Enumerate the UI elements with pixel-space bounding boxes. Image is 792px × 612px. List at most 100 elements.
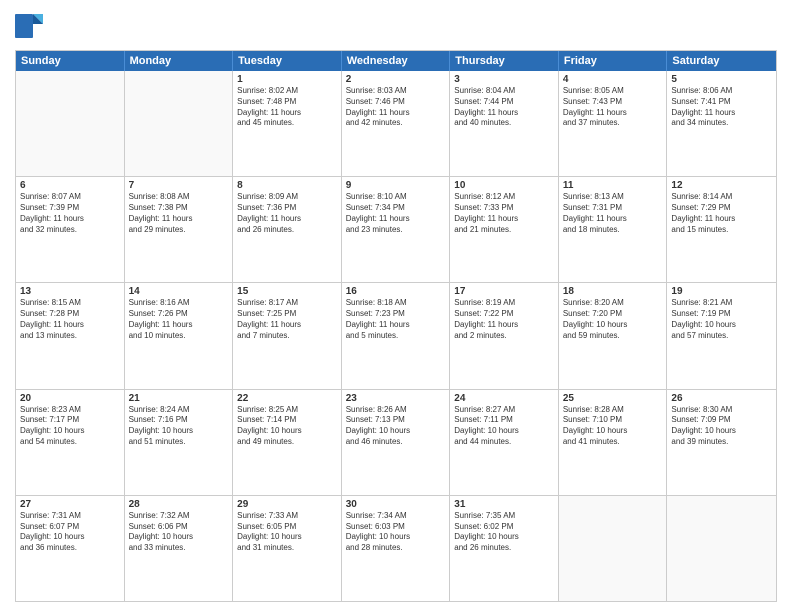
cell-details: Sunrise: 8:26 AM Sunset: 7:13 PM Dayligh… xyxy=(346,405,446,448)
day-number: 27 xyxy=(20,499,120,510)
day-number: 30 xyxy=(346,499,446,510)
cell-details: Sunrise: 8:25 AM Sunset: 7:14 PM Dayligh… xyxy=(237,405,337,448)
cell-details: Sunrise: 8:06 AM Sunset: 7:41 PM Dayligh… xyxy=(671,86,772,129)
calendar-row: 13Sunrise: 8:15 AM Sunset: 7:28 PM Dayli… xyxy=(16,282,776,388)
day-number: 15 xyxy=(237,286,337,297)
cell-details: Sunrise: 7:32 AM Sunset: 6:06 PM Dayligh… xyxy=(129,511,229,554)
cell-details: Sunrise: 8:30 AM Sunset: 7:09 PM Dayligh… xyxy=(671,405,772,448)
calendar-cell: 29Sunrise: 7:33 AM Sunset: 6:05 PM Dayli… xyxy=(233,496,342,601)
calendar-row: 20Sunrise: 8:23 AM Sunset: 7:17 PM Dayli… xyxy=(16,389,776,495)
calendar-cell: 7Sunrise: 8:08 AM Sunset: 7:38 PM Daylig… xyxy=(125,177,234,282)
calendar-header-cell: Thursday xyxy=(450,51,559,71)
calendar-cell: 16Sunrise: 8:18 AM Sunset: 7:23 PM Dayli… xyxy=(342,283,451,388)
calendar-row: 1Sunrise: 8:02 AM Sunset: 7:48 PM Daylig… xyxy=(16,71,776,176)
calendar-cell: 25Sunrise: 8:28 AM Sunset: 7:10 PM Dayli… xyxy=(559,390,668,495)
calendar-cell xyxy=(125,71,234,176)
calendar-header-cell: Friday xyxy=(559,51,668,71)
calendar-page: SundayMondayTuesdayWednesdayThursdayFrid… xyxy=(0,0,792,612)
day-number: 7 xyxy=(129,180,229,191)
calendar-row: 27Sunrise: 7:31 AM Sunset: 6:07 PM Dayli… xyxy=(16,495,776,601)
cell-details: Sunrise: 8:14 AM Sunset: 7:29 PM Dayligh… xyxy=(671,192,772,235)
calendar-cell: 20Sunrise: 8:23 AM Sunset: 7:17 PM Dayli… xyxy=(16,390,125,495)
calendar-cell: 15Sunrise: 8:17 AM Sunset: 7:25 PM Dayli… xyxy=(233,283,342,388)
calendar-cell: 14Sunrise: 8:16 AM Sunset: 7:26 PM Dayli… xyxy=(125,283,234,388)
cell-details: Sunrise: 8:21 AM Sunset: 7:19 PM Dayligh… xyxy=(671,298,772,341)
calendar-cell: 12Sunrise: 8:14 AM Sunset: 7:29 PM Dayli… xyxy=(667,177,776,282)
cell-details: Sunrise: 7:31 AM Sunset: 6:07 PM Dayligh… xyxy=(20,511,120,554)
calendar: SundayMondayTuesdayWednesdayThursdayFrid… xyxy=(15,50,777,602)
day-number: 25 xyxy=(563,393,663,404)
cell-details: Sunrise: 8:19 AM Sunset: 7:22 PM Dayligh… xyxy=(454,298,554,341)
calendar-cell: 4Sunrise: 8:05 AM Sunset: 7:43 PM Daylig… xyxy=(559,71,668,176)
calendar-cell: 6Sunrise: 8:07 AM Sunset: 7:39 PM Daylig… xyxy=(16,177,125,282)
cell-details: Sunrise: 8:12 AM Sunset: 7:33 PM Dayligh… xyxy=(454,192,554,235)
cell-details: Sunrise: 8:18 AM Sunset: 7:23 PM Dayligh… xyxy=(346,298,446,341)
calendar-header-cell: Saturday xyxy=(667,51,776,71)
calendar-cell: 21Sunrise: 8:24 AM Sunset: 7:16 PM Dayli… xyxy=(125,390,234,495)
day-number: 17 xyxy=(454,286,554,297)
cell-details: Sunrise: 8:15 AM Sunset: 7:28 PM Dayligh… xyxy=(20,298,120,341)
calendar-cell: 23Sunrise: 8:26 AM Sunset: 7:13 PM Dayli… xyxy=(342,390,451,495)
day-number: 24 xyxy=(454,393,554,404)
calendar-cell: 22Sunrise: 8:25 AM Sunset: 7:14 PM Dayli… xyxy=(233,390,342,495)
calendar-cell: 10Sunrise: 8:12 AM Sunset: 7:33 PM Dayli… xyxy=(450,177,559,282)
day-number: 28 xyxy=(129,499,229,510)
calendar-header-cell: Monday xyxy=(125,51,234,71)
calendar-body: 1Sunrise: 8:02 AM Sunset: 7:48 PM Daylig… xyxy=(16,71,776,601)
day-number: 13 xyxy=(20,286,120,297)
calendar-cell: 8Sunrise: 8:09 AM Sunset: 7:36 PM Daylig… xyxy=(233,177,342,282)
calendar-cell: 30Sunrise: 7:34 AM Sunset: 6:03 PM Dayli… xyxy=(342,496,451,601)
day-number: 19 xyxy=(671,286,772,297)
calendar-cell: 3Sunrise: 8:04 AM Sunset: 7:44 PM Daylig… xyxy=(450,71,559,176)
day-number: 23 xyxy=(346,393,446,404)
calendar-header-row: SundayMondayTuesdayWednesdayThursdayFrid… xyxy=(16,51,776,71)
day-number: 26 xyxy=(671,393,772,404)
cell-details: Sunrise: 8:10 AM Sunset: 7:34 PM Dayligh… xyxy=(346,192,446,235)
day-number: 20 xyxy=(20,393,120,404)
cell-details: Sunrise: 7:34 AM Sunset: 6:03 PM Dayligh… xyxy=(346,511,446,554)
day-number: 10 xyxy=(454,180,554,191)
calendar-cell: 11Sunrise: 8:13 AM Sunset: 7:31 PM Dayli… xyxy=(559,177,668,282)
day-number: 31 xyxy=(454,499,554,510)
cell-details: Sunrise: 8:03 AM Sunset: 7:46 PM Dayligh… xyxy=(346,86,446,129)
cell-details: Sunrise: 7:33 AM Sunset: 6:05 PM Dayligh… xyxy=(237,511,337,554)
header xyxy=(15,10,777,42)
day-number: 6 xyxy=(20,180,120,191)
cell-details: Sunrise: 8:27 AM Sunset: 7:11 PM Dayligh… xyxy=(454,405,554,448)
day-number: 1 xyxy=(237,74,337,85)
calendar-row: 6Sunrise: 8:07 AM Sunset: 7:39 PM Daylig… xyxy=(16,176,776,282)
day-number: 2 xyxy=(346,74,446,85)
calendar-cell xyxy=(667,496,776,601)
calendar-cell: 26Sunrise: 8:30 AM Sunset: 7:09 PM Dayli… xyxy=(667,390,776,495)
cell-details: Sunrise: 8:02 AM Sunset: 7:48 PM Dayligh… xyxy=(237,86,337,129)
day-number: 8 xyxy=(237,180,337,191)
cell-details: Sunrise: 7:35 AM Sunset: 6:02 PM Dayligh… xyxy=(454,511,554,554)
day-number: 14 xyxy=(129,286,229,297)
calendar-cell xyxy=(16,71,125,176)
day-number: 29 xyxy=(237,499,337,510)
calendar-header-cell: Wednesday xyxy=(342,51,451,71)
day-number: 21 xyxy=(129,393,229,404)
day-number: 9 xyxy=(346,180,446,191)
cell-details: Sunrise: 8:28 AM Sunset: 7:10 PM Dayligh… xyxy=(563,405,663,448)
calendar-cell: 17Sunrise: 8:19 AM Sunset: 7:22 PM Dayli… xyxy=(450,283,559,388)
calendar-cell: 28Sunrise: 7:32 AM Sunset: 6:06 PM Dayli… xyxy=(125,496,234,601)
cell-details: Sunrise: 8:13 AM Sunset: 7:31 PM Dayligh… xyxy=(563,192,663,235)
calendar-header-cell: Tuesday xyxy=(233,51,342,71)
logo-icon xyxy=(15,10,43,42)
cell-details: Sunrise: 8:23 AM Sunset: 7:17 PM Dayligh… xyxy=(20,405,120,448)
cell-details: Sunrise: 8:20 AM Sunset: 7:20 PM Dayligh… xyxy=(563,298,663,341)
cell-details: Sunrise: 8:16 AM Sunset: 7:26 PM Dayligh… xyxy=(129,298,229,341)
calendar-cell: 13Sunrise: 8:15 AM Sunset: 7:28 PM Dayli… xyxy=(16,283,125,388)
calendar-cell: 5Sunrise: 8:06 AM Sunset: 7:41 PM Daylig… xyxy=(667,71,776,176)
calendar-cell: 31Sunrise: 7:35 AM Sunset: 6:02 PM Dayli… xyxy=(450,496,559,601)
calendar-header-cell: Sunday xyxy=(16,51,125,71)
day-number: 12 xyxy=(671,180,772,191)
day-number: 22 xyxy=(237,393,337,404)
day-number: 5 xyxy=(671,74,772,85)
cell-details: Sunrise: 8:07 AM Sunset: 7:39 PM Dayligh… xyxy=(20,192,120,235)
cell-details: Sunrise: 8:24 AM Sunset: 7:16 PM Dayligh… xyxy=(129,405,229,448)
day-number: 11 xyxy=(563,180,663,191)
cell-details: Sunrise: 8:17 AM Sunset: 7:25 PM Dayligh… xyxy=(237,298,337,341)
calendar-cell: 18Sunrise: 8:20 AM Sunset: 7:20 PM Dayli… xyxy=(559,283,668,388)
